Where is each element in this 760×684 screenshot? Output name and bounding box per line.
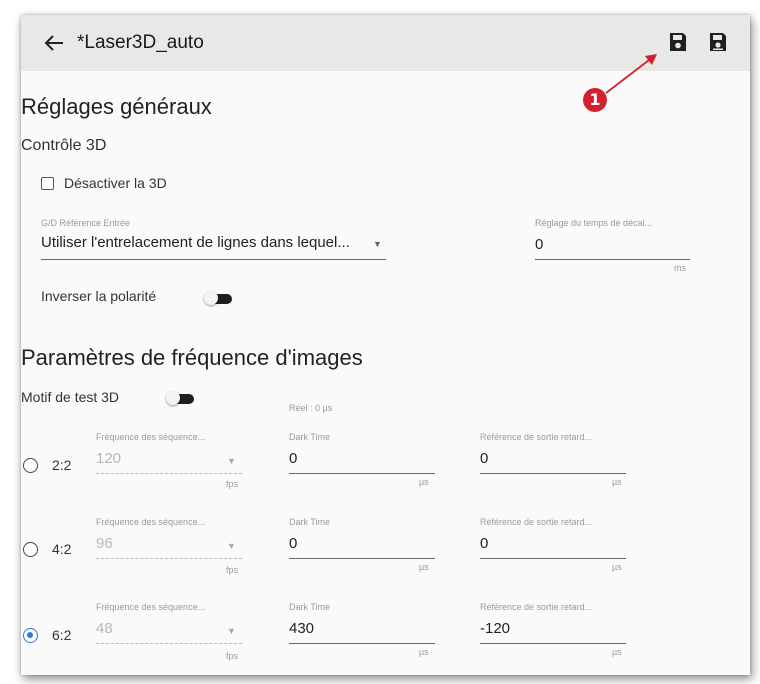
output-ref-label: Référence de sortie retard... <box>480 602 593 612</box>
general-settings-heading: Réglages généraux <box>21 94 212 119</box>
seq-freq-underline <box>96 558 242 559</box>
chevron-down-icon[interactable]: ▼ <box>227 541 236 551</box>
output-ref-input[interactable]: 0 <box>480 535 488 552</box>
dark-time-unit: µs <box>419 647 429 657</box>
dark-time-label: Dark Time <box>289 432 331 442</box>
seq-freq-select[interactable]: 120 <box>96 450 121 467</box>
ratio-radio-2-2[interactable] <box>23 458 38 473</box>
output-ref-underline <box>480 558 626 559</box>
control-3d-heading: Contrôle 3D <box>21 137 107 154</box>
ratio-radio-6-2[interactable] <box>23 628 38 643</box>
ratio-label: 6:2 <box>52 627 72 643</box>
framerate-heading: Paramètres de fréquence d'images <box>21 345 363 370</box>
ratio-label: 2:2 <box>52 457 72 473</box>
test-pattern-label: Motif de test 3D <box>21 389 120 405</box>
dark-time-input[interactable]: 430 <box>289 620 314 637</box>
disable-3d-label: Désactiver la 3D <box>64 175 167 191</box>
lr-reference-underline <box>41 259 386 260</box>
ratio-radio-4-2[interactable] <box>23 542 38 557</box>
arrow-left-icon[interactable] <box>43 34 65 52</box>
delay-input[interactable]: 0 <box>535 236 543 253</box>
delay-underline <box>535 259 690 260</box>
seq-freq-unit: fps <box>226 651 239 661</box>
settings-card: *Laser3D_auto 1 Réglages généraux Contrô… <box>21 15 750 675</box>
chevron-down-icon[interactable]: ▼ <box>373 239 382 249</box>
chevron-down-icon[interactable]: ▼ <box>227 456 236 466</box>
delay-label: Réglage du temps de décal... <box>535 218 653 228</box>
dark-time-unit: µs <box>419 477 429 487</box>
dark-time-input[interactable]: 0 <box>289 535 297 552</box>
dark-time-label: Dark Time <box>289 517 331 527</box>
output-ref-label: Référence de sortie retard... <box>480 432 593 442</box>
test-pattern-toggle[interactable] <box>166 391 196 405</box>
output-ref-unit: µs <box>612 477 622 487</box>
output-ref-input[interactable]: 0 <box>480 450 488 467</box>
disable-3d-checkbox[interactable] <box>41 177 54 190</box>
seq-freq-unit: fps <box>226 565 239 575</box>
invert-polarity-toggle[interactable] <box>204 291 234 305</box>
output-ref-underline <box>480 643 626 644</box>
output-ref-underline <box>480 473 626 474</box>
invert-polarity-label: Inverser la polarité <box>41 288 157 304</box>
seq-freq-label: Fréquence des séquence... <box>96 602 206 612</box>
seq-freq-underline <box>96 473 242 474</box>
annotation-badge: 1 <box>583 88 607 112</box>
save-as-icon[interactable] <box>709 32 727 52</box>
real-time-readout: Réel : 0 µs <box>289 403 333 413</box>
seq-freq-label: Fréquence des séquence... <box>96 517 206 527</box>
dark-time-unit: µs <box>419 562 429 572</box>
chevron-down-icon[interactable]: ▼ <box>227 626 236 636</box>
save-icon[interactable] <box>669 32 687 52</box>
seq-freq-select[interactable]: 48 <box>96 620 113 637</box>
lr-reference-select[interactable]: Utiliser l'entrelacement de lignes dans … <box>41 234 350 251</box>
seq-freq-underline <box>96 643 242 644</box>
dark-time-underline <box>289 558 435 559</box>
ratio-label: 4:2 <box>52 541 72 557</box>
dark-time-underline <box>289 473 435 474</box>
output-ref-input[interactable]: -120 <box>480 620 510 637</box>
lr-reference-label: G/D Référence Entrée <box>41 218 131 228</box>
app-header: *Laser3D_auto <box>21 15 750 71</box>
output-ref-unit: µs <box>612 562 622 572</box>
dark-time-label: Dark Time <box>289 602 331 612</box>
output-ref-unit: µs <box>612 647 622 657</box>
page-title: *Laser3D_auto <box>77 32 204 53</box>
dark-time-underline <box>289 643 435 644</box>
seq-freq-label: Fréquence des séquence... <box>96 432 206 442</box>
output-ref-label: Référence de sortie retard... <box>480 517 593 527</box>
delay-unit: ms <box>674 263 686 273</box>
seq-freq-select[interactable]: 96 <box>96 535 113 552</box>
seq-freq-unit: fps <box>226 479 239 489</box>
dark-time-input[interactable]: 0 <box>289 450 297 467</box>
